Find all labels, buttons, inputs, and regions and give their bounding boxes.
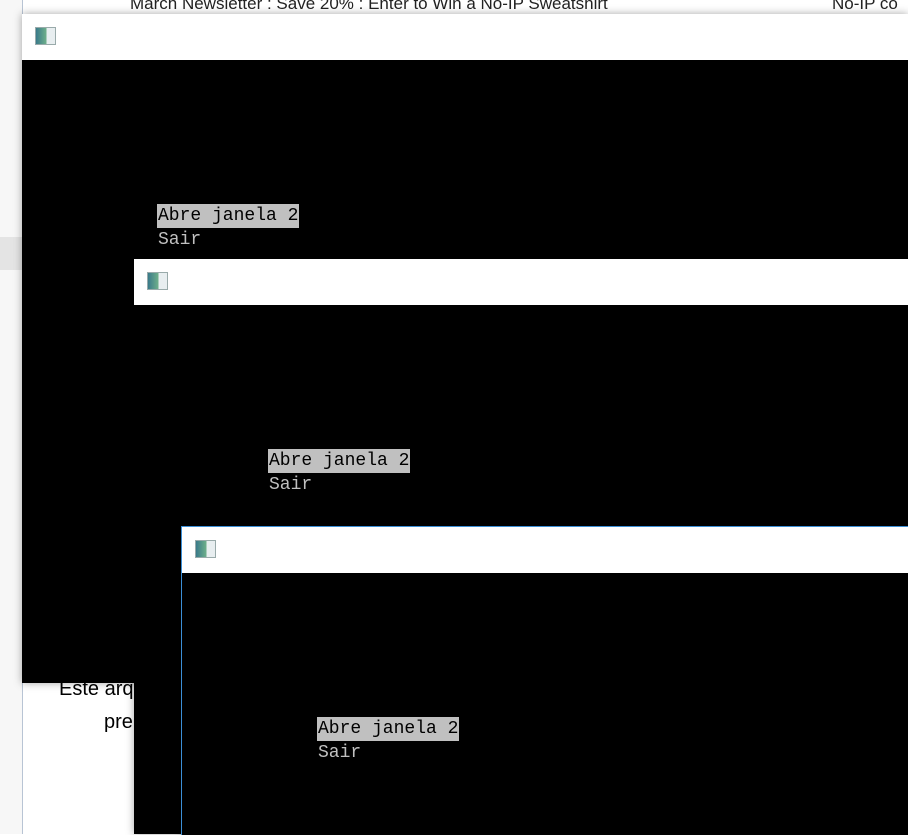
sidebar-selected-item[interactable] — [0, 237, 22, 270]
menu-item-exit[interactable]: Sair — [157, 228, 202, 252]
console-menu: Abre janela 2 Sair — [268, 449, 411, 497]
window-title-bar[interactable] — [134, 259, 908, 305]
document-text-line: pre — [104, 711, 133, 733]
console-app-icon — [195, 540, 216, 558]
window-title-bar[interactable] — [182, 527, 908, 573]
menu-item-open-window-2[interactable]: Abre janela 2 — [317, 717, 460, 741]
background-tab-title-right[interactable]: No-IP co — [832, 0, 898, 14]
console-window-3[interactable]: Abre janela 2 Sair — [181, 526, 908, 835]
left-sidebar — [0, 0, 23, 834]
background-tab-title[interactable]: March Newsletter : Save 20% : Enter to W… — [130, 0, 608, 14]
menu-item-open-window-2[interactable]: Abre janela 2 — [268, 449, 411, 473]
window-title-bar[interactable] — [22, 14, 908, 60]
menu-item-exit[interactable]: Sair — [268, 473, 313, 497]
menu-item-exit[interactable]: Sair — [317, 741, 362, 765]
console-app-icon — [147, 272, 168, 290]
console-menu: Abre janela 2 Sair — [317, 717, 460, 765]
console-menu: Abre janela 2 Sair — [157, 204, 300, 252]
console-app-icon — [35, 27, 56, 45]
menu-item-open-window-2[interactable]: Abre janela 2 — [157, 204, 300, 228]
